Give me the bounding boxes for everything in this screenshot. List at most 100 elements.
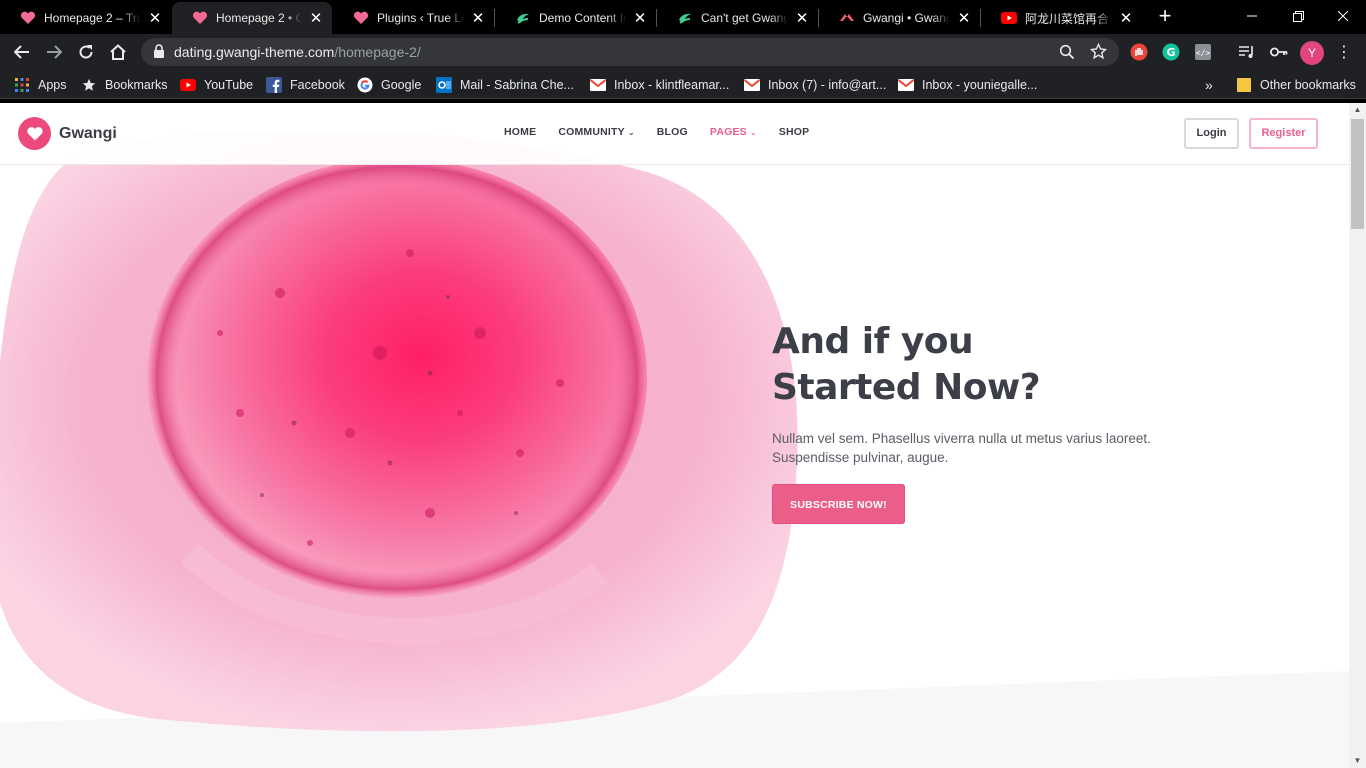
- code-extension-icon[interactable]: </>: [1193, 42, 1213, 62]
- register-button[interactable]: Register: [1249, 118, 1318, 149]
- facebook-icon: [266, 77, 282, 93]
- apps-grid-icon: [14, 77, 30, 93]
- nav-blog[interactable]: BLOG: [657, 126, 688, 138]
- google-icon: [357, 77, 373, 93]
- bookmark-bookmarks[interactable]: Bookmarks: [81, 75, 168, 95]
- close-window-icon[interactable]: [1320, 0, 1366, 32]
- bookmark-inbox-2[interactable]: Inbox (7) - info@art...: [744, 75, 886, 95]
- close-icon[interactable]: ✕: [470, 10, 486, 27]
- browser-tab[interactable]: Homepage 2 – True Love ✕: [0, 2, 171, 34]
- close-icon[interactable]: ✕: [956, 10, 972, 27]
- bookmark-label: Inbox (7) - info@art...: [768, 78, 887, 92]
- chevron-down-icon: ⌄: [749, 128, 757, 137]
- home-icon[interactable]: [106, 40, 130, 64]
- url-path: /homepage-2/: [334, 44, 421, 60]
- bookmark-label: Google: [381, 78, 422, 92]
- new-tab-button[interactable]: +: [1155, 5, 1175, 27]
- bookmarks-overflow-button[interactable]: »: [1205, 75, 1213, 95]
- logo-text: Gwangi: [59, 124, 117, 142]
- media-queue-icon[interactable]: [1237, 42, 1257, 62]
- hero-pink-blob-image: [0, 133, 798, 732]
- bookmark-mail[interactable]: Mail - Sabrina Che...: [436, 75, 574, 95]
- more-menu-icon[interactable]: ⋮: [1336, 42, 1352, 64]
- bookmark-youtube[interactable]: YouTube: [180, 75, 253, 95]
- hero-subtitle: Nullam vel sem. Phasellus viverra nulla …: [772, 431, 1151, 465]
- profile-avatar[interactable]: Y: [1300, 41, 1324, 65]
- scroll-down-arrow-icon[interactable]: ▼: [1349, 754, 1366, 768]
- bookmark-google[interactable]: Google: [357, 75, 421, 95]
- nav-home[interactable]: HOME: [504, 126, 536, 138]
- close-icon[interactable]: ✕: [794, 10, 810, 27]
- browser-tab[interactable]: Demo Content Installation ✕: [495, 2, 656, 34]
- tab-title: Homepage 2 • Gwangi: [216, 11, 302, 25]
- page-viewport: Gwangi HOME COMMUNITY ⌄ BLOG PAGES ⌄ SHOP …: [0, 103, 1349, 768]
- lock-icon[interactable]: [153, 44, 165, 64]
- heart-icon: [192, 10, 208, 26]
- browser-tab[interactable]: Can't get Gwangi demo ✕: [657, 2, 818, 34]
- grammarly-icon[interactable]: G: [1161, 42, 1181, 62]
- bookmark-inbox-1[interactable]: Inbox - klintfleamar...: [590, 75, 729, 95]
- close-icon[interactable]: ✕: [308, 10, 324, 27]
- tab-title: Homepage 2 – True Love: [44, 11, 141, 25]
- key-icon[interactable]: [1269, 42, 1289, 62]
- hero-content: And if you Started Now? Nullam vel sem. …: [772, 319, 1192, 524]
- site-header: Gwangi HOME COMMUNITY ⌄ BLOG PAGES ⌄ SHOP …: [0, 103, 1349, 165]
- bookmark-facebook[interactable]: Facebook: [266, 75, 345, 95]
- login-button[interactable]: Login: [1184, 118, 1239, 149]
- outlook-icon: [436, 77, 452, 93]
- site-logo[interactable]: Gwangi: [18, 117, 117, 150]
- bookmark-apps[interactable]: Apps: [14, 75, 67, 95]
- address-bar[interactable]: dating.gwangi-theme.com/homepage-2/: [141, 38, 1119, 66]
- wave-icon: [677, 10, 693, 26]
- wave-icon: [515, 10, 531, 26]
- tab-title: 阿龙川菜馆再合体: [1025, 11, 1112, 26]
- hero-title-line-2: Started Now?: [772, 367, 1041, 408]
- gmail-icon: [744, 77, 760, 93]
- bookmarks-bar: Apps Bookmarks YouTube Facebook Google M…: [0, 70, 1366, 99]
- close-icon[interactable]: ✕: [147, 10, 163, 27]
- bookmark-label: Bookmarks: [105, 78, 168, 92]
- scroll-up-arrow-icon[interactable]: ▲: [1349, 103, 1366, 117]
- tab-title: Gwangi • Gwangi Theme: [863, 11, 950, 25]
- heart-icon: [353, 10, 369, 26]
- url-text: dating.gwangi-theme.com/homepage-2/: [174, 44, 421, 60]
- page-scrollbar[interactable]: ▲ ▼: [1349, 103, 1366, 768]
- browser-toolbar: dating.gwangi-theme.com/homepage-2/ G </…: [0, 34, 1366, 70]
- scrollbar-thumb[interactable]: [1351, 119, 1364, 229]
- youtube-icon: [1001, 10, 1017, 26]
- url-host: dating.gwangi-theme.com: [174, 44, 335, 60]
- nav-pages[interactable]: PAGES ⌄: [710, 126, 757, 138]
- nav-shop[interactable]: SHOP: [779, 126, 810, 138]
- reload-icon[interactable]: [74, 40, 98, 64]
- nav-label: PAGES: [709, 126, 747, 138]
- restore-icon[interactable]: [1275, 0, 1321, 32]
- svg-text:G: G: [1166, 46, 1175, 59]
- gwangi-icon: [839, 10, 855, 26]
- folder-icon: [1236, 77, 1252, 93]
- star-icon[interactable]: [1089, 42, 1108, 65]
- close-icon[interactable]: ✕: [632, 10, 648, 27]
- tab-strip: Homepage 2 – True Love ✕ Homepage 2 • Gw…: [0, 0, 1366, 34]
- forward-icon[interactable]: [42, 40, 66, 64]
- bookmark-label: YouTube: [204, 78, 254, 92]
- tab-title: Plugins ‹ True Love: [377, 11, 464, 25]
- bookmark-label: Inbox - klintfleamar...: [614, 78, 730, 92]
- other-bookmarks[interactable]: Other bookmarks: [1236, 75, 1356, 95]
- browser-tab[interactable]: 阿龙川菜馆再合体 ✕: [981, 2, 1142, 34]
- bookmark-inbox-3[interactable]: Inbox - youniegalle...: [898, 75, 1037, 95]
- close-icon[interactable]: ✕: [1118, 10, 1134, 27]
- back-icon[interactable]: [10, 40, 34, 64]
- browser-tab-active[interactable]: Homepage 2 • Gwangi ✕: [172, 2, 332, 34]
- browser-tab[interactable]: Gwangi • Gwangi Theme ✕: [819, 2, 980, 34]
- minimize-icon[interactable]: [1229, 0, 1275, 32]
- zoom-icon[interactable]: [1059, 44, 1075, 65]
- bookmark-label: Apps: [38, 78, 67, 92]
- svg-text:</>: </>: [1196, 49, 1211, 58]
- browser-tab[interactable]: Plugins ‹ True Love ✕: [333, 2, 494, 34]
- nav-community[interactable]: COMMUNITY ⌄: [558, 126, 634, 138]
- tab-title: Can't get Gwangi demo: [701, 11, 788, 25]
- youtube-icon: [180, 77, 196, 93]
- stop-hand-extension-icon[interactable]: [1129, 42, 1149, 62]
- chevron-down-icon: ⌄: [627, 128, 635, 137]
- subscribe-button[interactable]: SUBSCRIBE NOW!: [772, 484, 905, 524]
